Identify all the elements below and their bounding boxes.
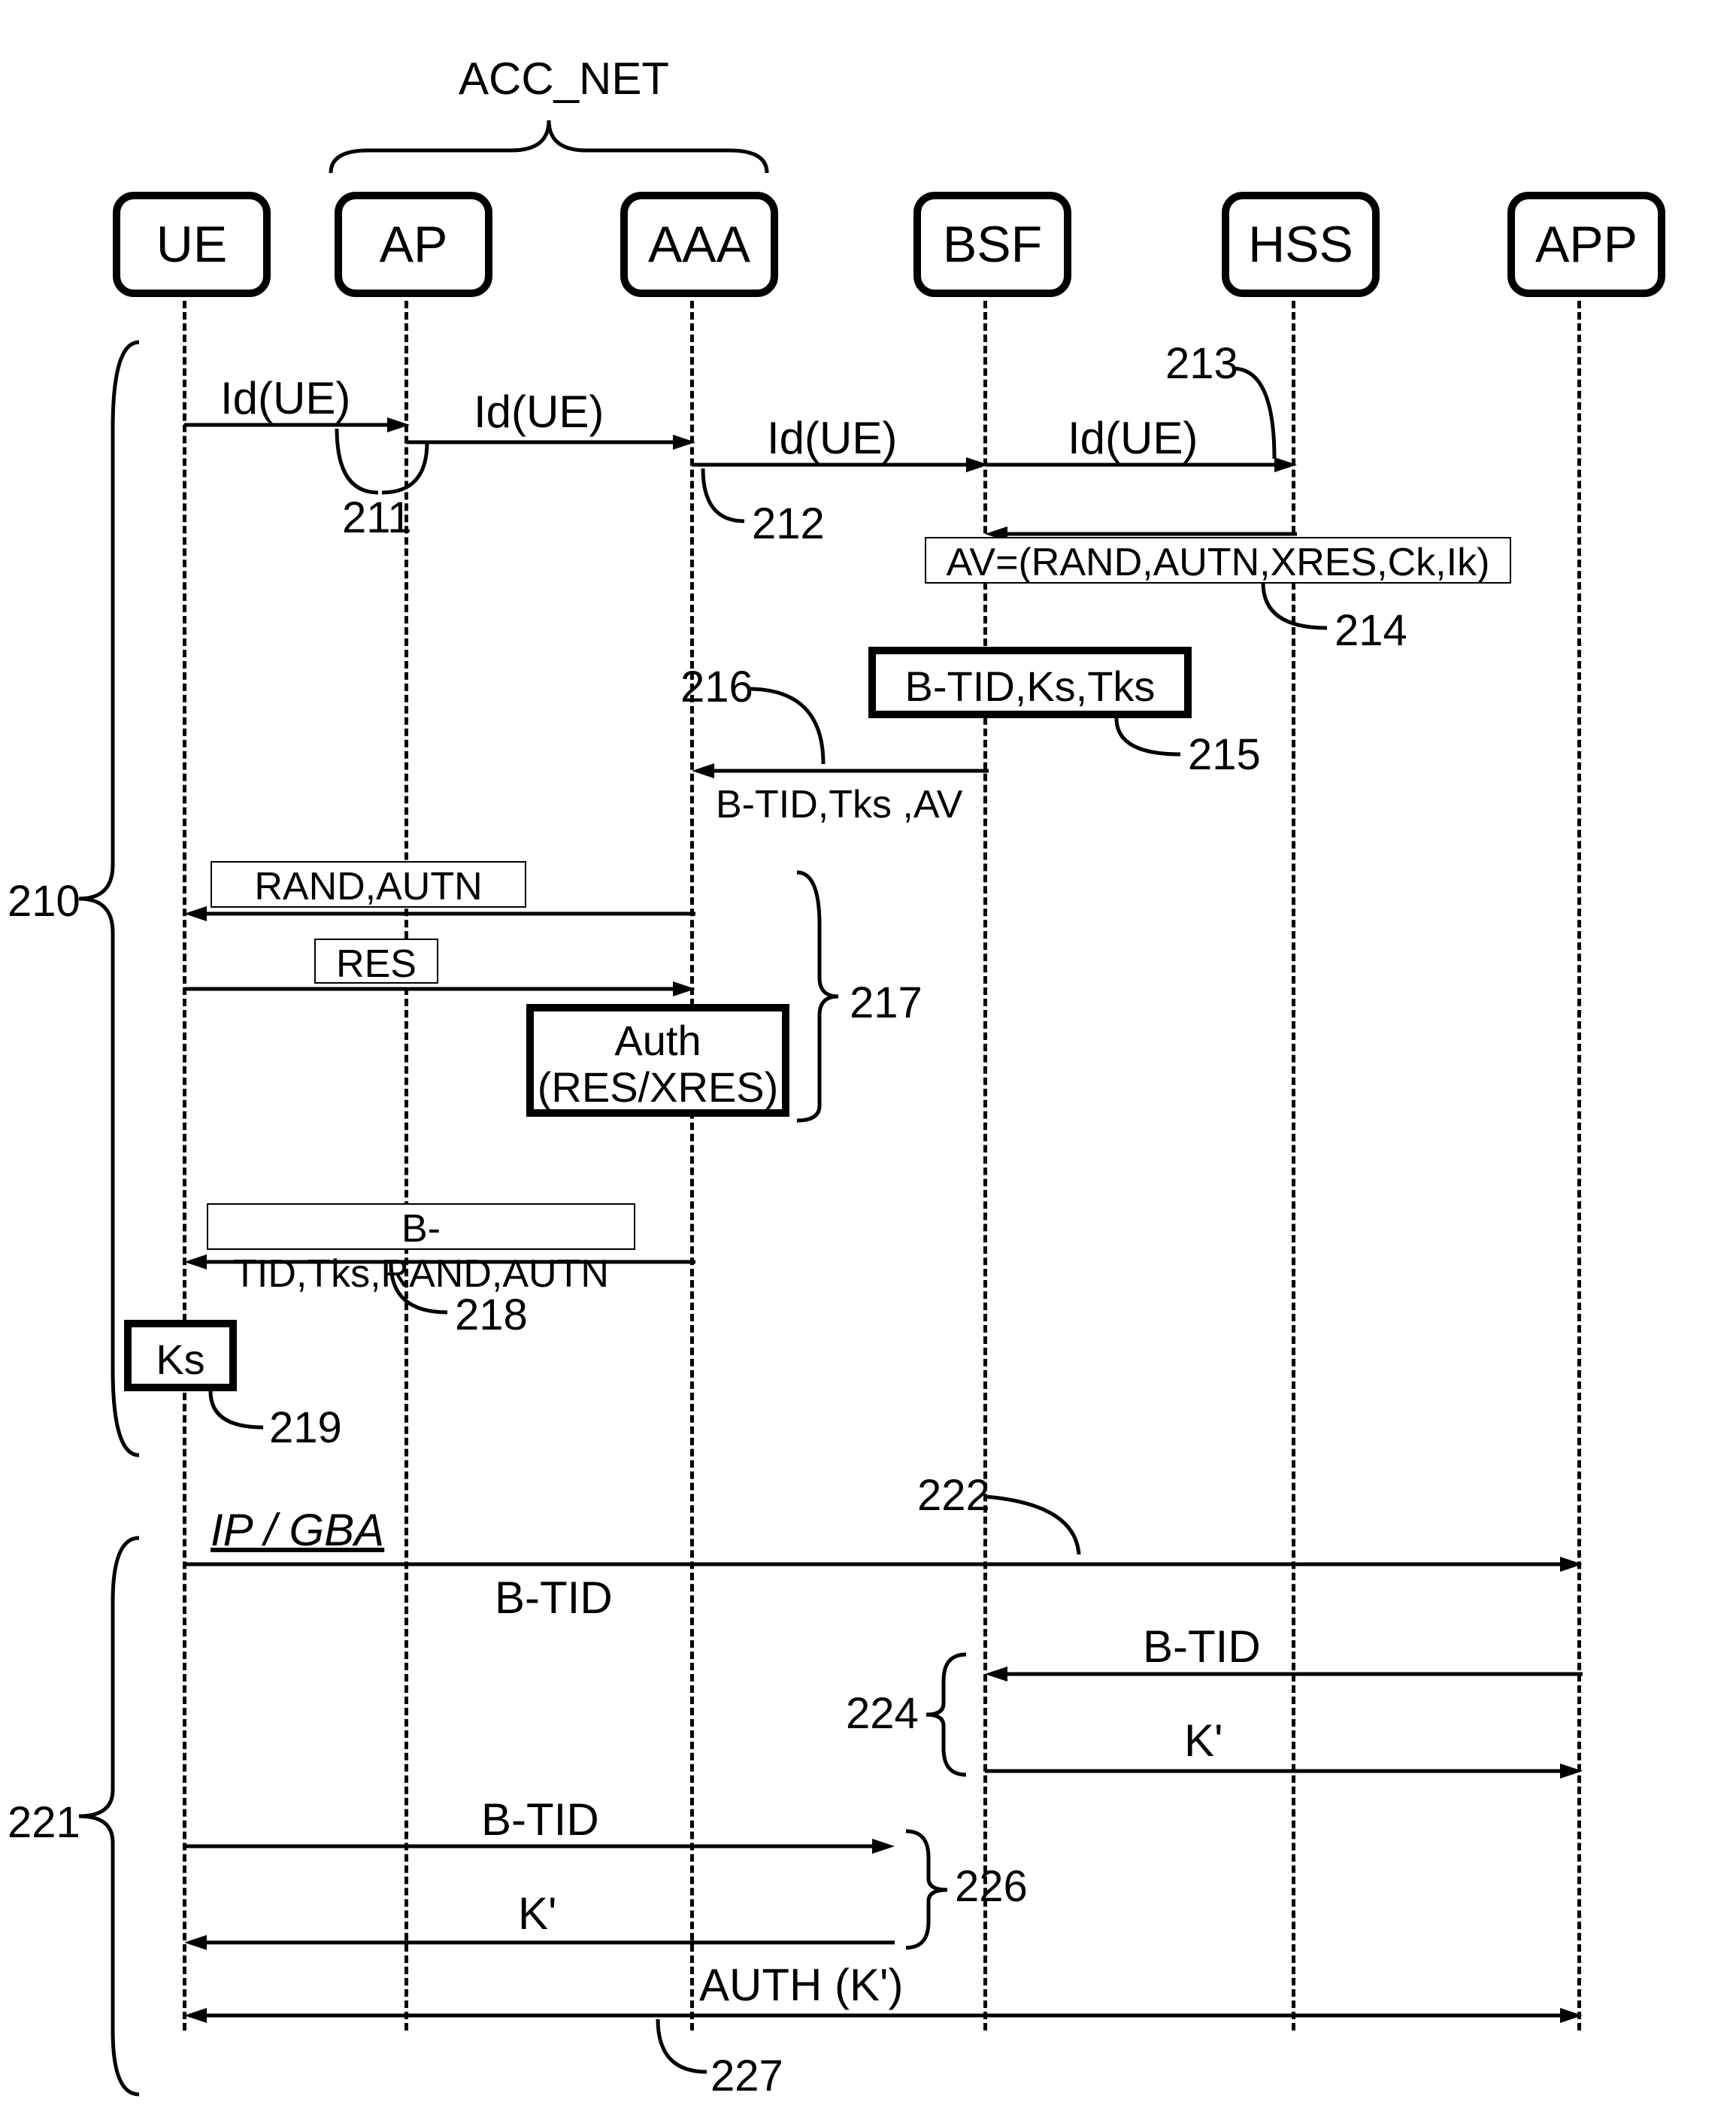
msg-216-label: B-TID,Tks ,AV: [716, 782, 962, 827]
ref-218: 218: [455, 1290, 528, 1340]
msg-213-label: Id(UE): [1068, 412, 1198, 464]
ref-216: 216: [680, 662, 753, 712]
participant-ue: UE: [113, 192, 271, 297]
ref-219: 219: [269, 1403, 342, 1453]
msg-224a-label: B-TID: [1143, 1621, 1261, 1673]
ref-211: 211: [342, 493, 411, 543]
arrow-224a: [985, 1667, 1583, 1682]
participant-aaa: AAA: [620, 192, 778, 297]
lifeline-ap: [404, 301, 408, 2030]
msg-217a-box: RAND,AUTN: [211, 861, 526, 908]
leader-215: [1116, 718, 1192, 760]
leader-214: [1263, 583, 1338, 632]
ref-215: 215: [1188, 729, 1261, 780]
participant-ap: AP: [335, 192, 492, 297]
brace-217: [797, 865, 842, 1124]
brace-224: [925, 1651, 970, 1779]
participant-bsf: BSF: [913, 192, 1071, 297]
ref-224: 224: [846, 1688, 919, 1739]
ref-217: 217: [850, 978, 923, 1028]
ref-210: 210: [8, 876, 80, 927]
proc-217c: Auth (RES/XRES): [526, 1004, 789, 1117]
sequence-diagram: ACC_NET UE AP AAA BSF HSS APP Id(UE) Id(…: [0, 0, 1736, 2126]
lifeline-ue: [183, 301, 186, 2030]
arrow-216: [692, 763, 989, 778]
arrow-217b: [184, 981, 695, 996]
brace-221: [75, 1534, 143, 2098]
ref-213: 213: [1165, 338, 1238, 389]
arrow-224b: [985, 1764, 1583, 1779]
msg-218-box: B-TID,Tks,RAND,AUTN: [207, 1203, 635, 1250]
ref-212: 212: [752, 499, 825, 549]
leader-222: [985, 1497, 1075, 1557]
msg-224b-label: K': [1184, 1715, 1222, 1767]
leader-219: [211, 1391, 278, 1433]
msg-227-label: AUTH (K'): [699, 1959, 903, 2011]
lifeline-aaa: [690, 301, 694, 2030]
proc-215: B-TID,Ks,Tks: [868, 647, 1192, 718]
accnet-brace: [323, 113, 774, 180]
ref-222: 222: [917, 1470, 990, 1521]
participant-hss: HSS: [1222, 192, 1380, 297]
msg-212-label: Id(UE): [767, 412, 897, 464]
msg-226a-label: B-TID: [481, 1794, 599, 1845]
ref-226: 226: [955, 1861, 1028, 1912]
msg-217b-box: RES: [314, 939, 438, 984]
brace-226: [906, 1827, 951, 1952]
participant-app: APP: [1507, 192, 1665, 297]
msg-222a-label: IP / GBA: [211, 1504, 384, 1556]
arrow-222: [184, 1557, 1583, 1572]
leader-216: [748, 689, 823, 764]
msg-226b-label: K': [518, 1888, 556, 1939]
ref-227: 227: [710, 2051, 783, 2101]
ref-221: 221: [8, 1797, 80, 1848]
msg-222b-label: B-TID: [495, 1572, 613, 1624]
brace-210: [75, 338, 143, 1459]
msg-214-box: AV=(RAND,AUTN,XRES,Ck,Ik): [925, 537, 1511, 584]
ref-214: 214: [1335, 605, 1407, 656]
msg-211b-label: Id(UE): [474, 386, 604, 438]
accnet-label: ACC_NET: [451, 53, 677, 105]
msg-211-label: Id(UE): [220, 372, 350, 424]
